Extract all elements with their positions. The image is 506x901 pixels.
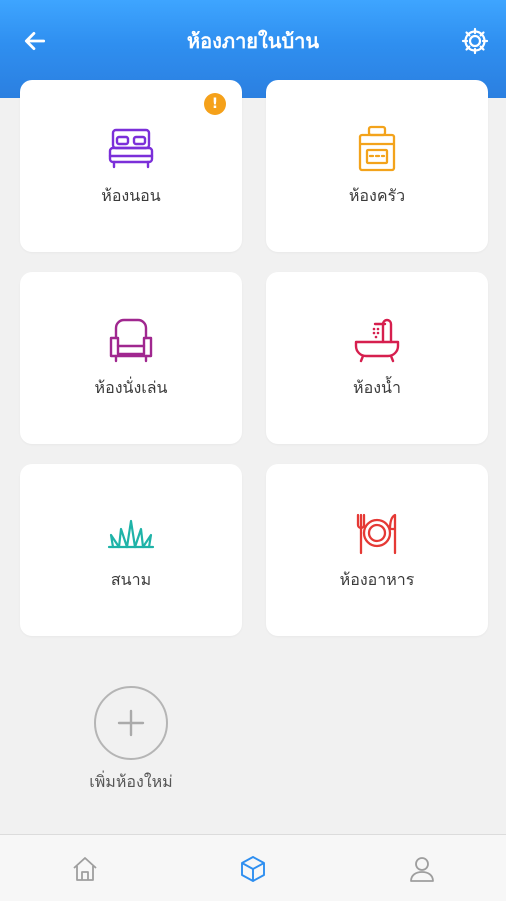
- armchair-icon: [106, 316, 156, 366]
- grass-icon: [106, 508, 156, 558]
- page-title: ห้องภายในบ้าน: [186, 29, 320, 53]
- user-icon: [410, 857, 434, 882]
- room-card-bedroom[interactable]: ! ห้องนอน: [20, 80, 242, 252]
- room-card-garden[interactable]: สนาม: [20, 464, 242, 636]
- stove-icon: [352, 124, 402, 174]
- plate-cutlery-icon: [352, 508, 402, 558]
- bathtub-icon: [352, 316, 402, 366]
- add-room-label[interactable]: เพิ่มห้องใหม่: [60, 770, 202, 794]
- add-room-button[interactable]: [94, 686, 168, 760]
- home-icon: [73, 857, 97, 881]
- room-label: ห้องนอน: [101, 186, 161, 205]
- gear-icon: [461, 27, 489, 55]
- plus-icon: [117, 709, 145, 737]
- room-card-dining-room[interactable]: ห้องอาหาร: [266, 464, 488, 636]
- room-label: ห้องนั่งเล่น: [94, 378, 168, 397]
- room-card-kitchen[interactable]: ห้องครัว: [266, 80, 488, 252]
- alert-badge: !: [204, 93, 226, 115]
- tab-home[interactable]: [69, 853, 101, 885]
- room-card-bathroom[interactable]: ห้องน้ำ: [266, 272, 488, 444]
- room-label: ห้องครัว: [348, 186, 406, 205]
- bed-icon: [106, 124, 156, 174]
- settings-button[interactable]: [458, 24, 492, 58]
- room-label: สนาม: [110, 570, 152, 589]
- tab-rooms[interactable]: [237, 853, 269, 885]
- room-label: ห้องอาหาร: [339, 570, 415, 589]
- room-card-living-room[interactable]: ห้องนั่งเล่น: [20, 272, 242, 444]
- bottom-tab-bar: [0, 834, 506, 901]
- cube-icon: [241, 856, 265, 882]
- room-label: ห้องน้ำ: [353, 378, 401, 397]
- tab-profile[interactable]: [406, 853, 438, 885]
